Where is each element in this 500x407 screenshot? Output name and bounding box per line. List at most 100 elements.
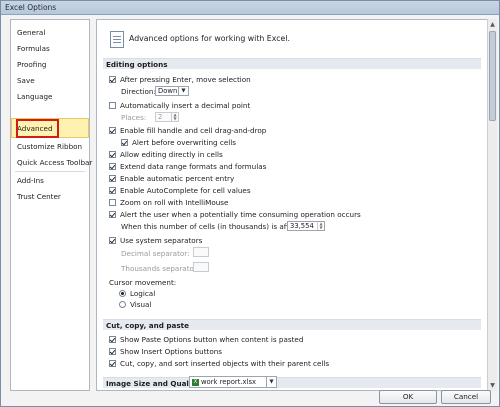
section-title: Editing options: [106, 60, 168, 69]
spinner-arrows-icon[interactable]: ▲ ▼: [171, 113, 178, 121]
thousands-separator-input[interactable]: [193, 262, 209, 272]
cursor-movement-label: Cursor movement:: [109, 278, 177, 287]
zoom-roll-option[interactable]: Zoom on roll with IntelliMouse: [109, 198, 228, 207]
page-title: Advanced options for working with Excel.: [129, 34, 290, 43]
cancel-button[interactable]: Cancel: [441, 390, 491, 404]
scroll-thumb[interactable]: [489, 31, 496, 121]
checkbox-auto-decimal[interactable]: [109, 102, 116, 109]
section-image-size-quality: Image Size and Quality: [103, 377, 481, 388]
show-insert-options-option[interactable]: Show Insert Options buttons: [109, 347, 222, 356]
checkbox-fill-handle[interactable]: [109, 127, 116, 134]
cells-affected-row: When this number of cells (in thousands)…: [121, 222, 311, 231]
radio-visual[interactable]: [119, 301, 126, 308]
label: Show Paste Options button when content i…: [120, 335, 304, 344]
label: Extend data range formats and formulas: [120, 162, 267, 171]
thousands-separator-label: Thousands separator:: [121, 264, 200, 273]
checkbox-alert-overwrite[interactable]: [121, 139, 128, 146]
extend-formats-option[interactable]: Extend data range formats and formulas: [109, 162, 266, 171]
sidebar-divider: [15, 171, 85, 172]
checkbox-show-paste-options[interactable]: [109, 336, 116, 343]
alert-slow-option[interactable]: Alert the user when a potentially time c…: [109, 210, 361, 219]
chevron-down-icon[interactable]: ▼: [266, 377, 276, 387]
section-title: Image Size and Quality: [106, 379, 200, 388]
label: Visual: [130, 300, 152, 309]
checkbox-after-enter-move[interactable]: [109, 76, 116, 83]
checkbox-zoom-roll[interactable]: [109, 199, 116, 206]
sidebar-item-quick-access-toolbar[interactable]: Quick Access Toolbar: [17, 158, 92, 167]
sidebar: General Formulas Proofing Save Language …: [10, 19, 92, 391]
scroll-down-arrow-icon[interactable]: ▼: [489, 381, 496, 390]
cells-affected-spinner[interactable]: 33,554 ▲ ▼: [287, 221, 325, 231]
cut-copy-sort-option[interactable]: Cut, copy, and sort inserted objects wit…: [109, 359, 329, 368]
chevron-down-icon[interactable]: ▼: [178, 87, 188, 95]
checkbox-auto-percent[interactable]: [109, 175, 116, 182]
sidebar-item-language[interactable]: Language: [17, 92, 52, 101]
label: Enable fill handle and cell drag-and-dro…: [120, 126, 267, 135]
workbook-value: work report.xlsx: [201, 378, 257, 386]
label: Use system separators: [120, 236, 203, 245]
section-cut-copy-paste: Cut, copy, and paste: [103, 319, 481, 330]
direction-row: Direction:: [121, 87, 156, 96]
after-enter-move-option[interactable]: After pressing Enter, move selection: [109, 75, 251, 84]
advanced-options-panel: Advanced options for working with Excel.…: [96, 19, 488, 391]
places-spinner[interactable]: 2 ▲ ▼: [155, 112, 179, 122]
scroll-up-arrow-icon[interactable]: ▲: [489, 20, 496, 29]
show-paste-options-option[interactable]: Show Paste Options button when content i…: [109, 335, 303, 344]
excel-file-icon: X: [192, 378, 199, 386]
places-label: Places:: [121, 113, 147, 122]
autocomplete-option[interactable]: Enable AutoComplete for cell values: [109, 186, 251, 195]
ok-button[interactable]: OK: [379, 390, 437, 404]
section-editing-options: Editing options: [103, 58, 481, 69]
image-size-workbook-dropdown[interactable]: Xwork report.xlsx ▼: [189, 376, 277, 388]
window-title: Excel Options: [5, 3, 57, 12]
title-bar: Excel Options: [1, 1, 499, 15]
label: Allow editing directly in cells: [120, 150, 223, 159]
edit-in-cells-option[interactable]: Allow editing directly in cells: [109, 150, 223, 159]
sidebar-item-customize-ribbon[interactable]: Customize Ribbon: [17, 142, 82, 151]
checkbox-cut-copy-sort[interactable]: [109, 360, 116, 367]
options-page-icon: [110, 31, 124, 48]
advanced-highlight-box: [16, 119, 59, 138]
checkbox-alert-slow[interactable]: [109, 211, 116, 218]
content-scrollbar[interactable]: ▲ ▼: [487, 19, 497, 391]
label: Zoom on roll with IntelliMouse: [120, 198, 229, 207]
checkbox-extend-formats[interactable]: [109, 163, 116, 170]
cells-affected-value: 33,554: [290, 222, 314, 230]
cursor-visual-option[interactable]: Visual: [119, 300, 151, 309]
label: Enable AutoComplete for cell values: [120, 186, 251, 195]
places-row: Places:: [121, 113, 146, 122]
label: Cut, copy, and sort inserted objects wit…: [120, 359, 330, 368]
spinner-arrows-icon[interactable]: ▲ ▼: [317, 222, 324, 230]
sidebar-item-general[interactable]: General: [17, 28, 45, 37]
sidebar-item-add-ins[interactable]: Add-Ins: [17, 176, 44, 185]
label: Alert the user when a potentially time c…: [120, 210, 361, 219]
checkbox-show-insert-options[interactable]: [109, 348, 116, 355]
radio-logical[interactable]: [119, 290, 126, 297]
checkbox-edit-in-cells[interactable]: [109, 151, 116, 158]
system-separators-option[interactable]: Use system separators: [109, 236, 202, 245]
sidebar-item-trust-center[interactable]: Trust Center: [17, 192, 61, 201]
label: After pressing Enter, move selection: [120, 75, 251, 84]
cells-affected-label: When this number of cells (in thousands)…: [121, 222, 312, 231]
auto-decimal-option[interactable]: Automatically insert a decimal point: [109, 101, 250, 110]
cursor-logical-option[interactable]: Logical: [119, 289, 155, 298]
direction-dropdown[interactable]: Down ▼: [155, 86, 189, 96]
checkbox-autocomplete[interactable]: [109, 187, 116, 194]
sidebar-item-formulas[interactable]: Formulas: [17, 44, 50, 53]
fill-handle-option[interactable]: Enable fill handle and cell drag-and-dro…: [109, 126, 266, 135]
sidebar-item-save[interactable]: Save: [17, 76, 35, 85]
decimal-separator-label: Decimal separator:: [121, 249, 190, 258]
label: Logical: [130, 289, 156, 298]
decimal-separator-row: Decimal separator:: [121, 249, 190, 258]
sidebar-item-proofing[interactable]: Proofing: [17, 60, 46, 69]
checkbox-system-separators[interactable]: [109, 237, 116, 244]
section-title: Cut, copy, and paste: [106, 321, 189, 330]
decimal-separator-input[interactable]: [193, 247, 209, 257]
label: Enable automatic percent entry: [120, 174, 235, 183]
label: Automatically insert a decimal point: [120, 101, 251, 110]
auto-percent-option[interactable]: Enable automatic percent entry: [109, 174, 234, 183]
cursor-movement-row: Cursor movement:: [109, 278, 176, 287]
alert-overwrite-option[interactable]: Alert before overwriting cells: [121, 138, 236, 147]
places-value: 2: [158, 113, 163, 121]
label: Alert before overwriting cells: [132, 138, 236, 147]
